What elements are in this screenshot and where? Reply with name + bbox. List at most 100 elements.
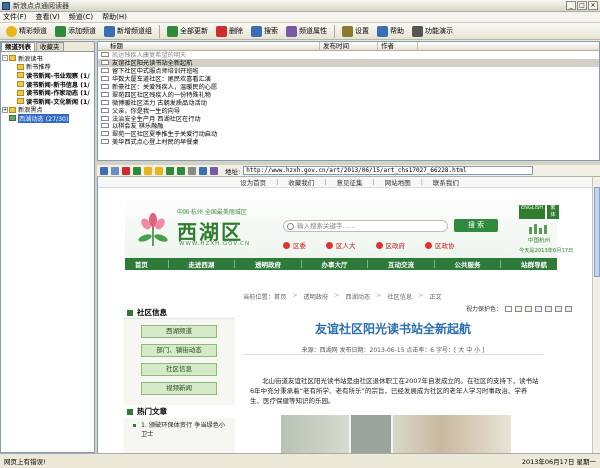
toolbar-button-demo[interactable]: 功能演示 — [409, 24, 456, 38]
col-date[interactable]: 发布时间 — [320, 42, 378, 50]
set-homepage-link[interactable]: 设为首页 — [230, 177, 276, 187]
close-button[interactable]: × — [588, 1, 598, 10]
side-link-community[interactable]: 社区信息 — [141, 363, 217, 376]
sitemap-link[interactable]: 网站地图 — [375, 177, 421, 187]
nav-home[interactable]: 首页 — [135, 259, 148, 269]
toolbar-button-properties[interactable]: 频道属性 — [283, 24, 330, 38]
toolbar-button-search[interactable]: 搜索 — [248, 24, 281, 38]
search-icon — [251, 25, 262, 37]
new-group-icon — [104, 25, 115, 37]
tree-item[interactable]: - 新浪读书 — [2, 54, 93, 63]
nav-open-gov[interactable]: 透明政府 — [255, 259, 281, 269]
side-link-dept-news[interactable]: 部门、镇街动态 — [141, 344, 217, 357]
side-link-xihu-channel[interactable]: 西湖频道 — [141, 325, 217, 338]
toolbar-button-star[interactable]: 精彩频道 — [3, 24, 50, 38]
bookmark-link[interactable]: 收藏我们 — [278, 177, 324, 187]
up-arrow-icon[interactable] — [144, 166, 152, 175]
col-title[interactable]: 标题 — [98, 42, 320, 50]
eye-care-swatch[interactable] — [515, 305, 523, 312]
quicklink-government[interactable]: 区政府 — [375, 240, 405, 250]
tree-item[interactable]: 读书新闻-作家动态 (1/ — [2, 88, 93, 97]
menu-view[interactable]: 查看(V) — [36, 12, 60, 22]
article-body: 北山街道友谊社区阳光读书站是由社区退休职工在2007年自发成立的。在社区的支持下… — [250, 377, 539, 405]
emblem-icon — [326, 241, 333, 249]
english-button[interactable]: ENGLISH — [519, 205, 545, 219]
folder-icon — [17, 81, 24, 88]
tab-favorites[interactable]: 收藏夹 — [36, 42, 64, 51]
side-link-video[interactable]: 视频新闻 — [141, 382, 217, 395]
address-input[interactable]: http://www.hzxh.gov.cn/art/2013/06/15/ar… — [243, 166, 534, 175]
toolbar: 精彩频道 添加频道 新增频道组 全部更新 删除 搜索 频道属性 设置 帮助 功能演示 — [0, 23, 600, 40]
style-icon[interactable] — [188, 166, 196, 175]
folder-icon — [17, 63, 24, 70]
refresh-page-icon[interactable] — [133, 166, 141, 175]
toolbar-button-refresh[interactable]: 全部更新 — [164, 24, 211, 38]
nav-about[interactable]: 走进西湖 — [188, 259, 214, 269]
tree-item-label: 读书新闻-书业观察 (1/ — [26, 72, 90, 80]
tree-item[interactable]: 读书新闻-书业观察 (1/ — [2, 71, 93, 80]
emblem-icon — [283, 241, 290, 249]
quicklink-peoples-congress[interactable]: 区人大 — [326, 240, 356, 250]
crumb-community[interactable]: 社区信息 — [387, 292, 412, 301]
crumb-xihu-news[interactable]: 西湖动态 — [345, 292, 370, 301]
print-icon[interactable] — [111, 166, 119, 175]
maximize-button[interactable]: □ — [577, 1, 587, 10]
stop-icon[interactable] — [122, 166, 130, 175]
toolbar-label: 删除 — [229, 27, 243, 35]
toolbar-button-new-group[interactable]: 新增频道组 — [101, 24, 155, 38]
traditional-button[interactable]: 繁体 — [546, 205, 559, 219]
nav-public-service[interactable]: 公共服务 — [455, 259, 481, 269]
menu-file[interactable]: 文件(F) — [3, 12, 27, 22]
site-search-input[interactable]: 输入搜索关键字…… — [283, 220, 448, 232]
list-item[interactable]: 美华西式点心登上村民的早餐桌 — [98, 138, 599, 146]
status-text: 网页上有错误! — [4, 458, 46, 466]
top-links: 设为首页 | 收藏我们 | 意见征集 | 网站地图 | 联系我们 — [98, 177, 600, 188]
page-scrollbar[interactable] — [592, 177, 600, 453]
tree-item[interactable]: 读书新闻-文化新闻 (1/ — [2, 97, 93, 106]
expand-icon[interactable]: + — [2, 106, 8, 113]
tree-item[interactable]: 读书新闻-新书信息 (1/ — [2, 80, 93, 88]
toolbar-label: 全部更新 — [180, 27, 208, 35]
col-author[interactable]: 作者 — [378, 42, 418, 50]
font-icon[interactable] — [210, 166, 218, 175]
nav-interaction[interactable]: 互动交流 — [388, 259, 414, 269]
nav-site-group[interactable]: 站群导航 — [521, 259, 547, 269]
crumb-home[interactable]: 当前位置：首页 — [243, 292, 286, 301]
tab-channel-list[interactable]: 频道列表 — [1, 42, 35, 51]
forward-icon[interactable] — [177, 166, 185, 175]
crumb-open-gov[interactable]: 透明政府 — [304, 292, 329, 301]
eye-care-swatch[interactable] — [505, 305, 513, 312]
minimize-button[interactable]: _ — [566, 1, 576, 10]
folder-icon — [9, 106, 16, 113]
eye-care-swatch[interactable] — [525, 305, 533, 312]
tree-item[interactable]: 新书推荐 — [2, 63, 93, 71]
feedback-link[interactable]: 意见征集 — [327, 177, 373, 187]
tree-item[interactable]: + 新浪黑点 — [2, 106, 93, 114]
eye-care-swatch[interactable] — [545, 305, 553, 312]
contact-link[interactable]: 联系我们 — [423, 177, 469, 187]
article-meta: 来源：西湖网 发布日期：2013-06-15 点击率：6 字号：[ 大 中 小 … — [301, 347, 485, 354]
save-icon[interactable] — [100, 166, 108, 175]
scrollbar-thumb[interactable] — [594, 187, 600, 277]
eye-care-swatch[interactable] — [555, 305, 563, 312]
collapse-icon[interactable]: - — [2, 55, 8, 62]
hot-articles-heading: 热门文章 — [123, 405, 235, 418]
nav-service-hall[interactable]: 办事大厅 — [321, 259, 347, 269]
menu-channel[interactable]: 频道(C) — [69, 12, 93, 22]
site-search-button[interactable]: 搜 索 — [454, 219, 498, 232]
toolbar-button-delete[interactable]: 删除 — [213, 24, 246, 38]
down-arrow-icon[interactable] — [155, 166, 163, 175]
envelope-icon — [101, 68, 109, 74]
toolbar-button-add-channel[interactable]: 添加频道 — [52, 24, 99, 38]
eye-care-swatch[interactable] — [535, 305, 543, 312]
eye-care-swatch[interactable] — [565, 305, 573, 312]
quicklink-cppcc[interactable]: 区政协 — [425, 240, 455, 250]
hot-article-item[interactable]: 1. 颁破环保体资行 争当绿色小卫士 — [123, 418, 235, 439]
toolbar-button-help[interactable]: 帮助 — [374, 24, 407, 38]
menu-help[interactable]: 帮助(H) — [102, 12, 127, 22]
quicklink-district-committee[interactable]: 区委 — [283, 240, 306, 250]
tree-item[interactable]: 西湖动态 (27/30) — [2, 114, 93, 123]
back-icon[interactable] — [166, 166, 174, 175]
home-icon[interactable] — [199, 166, 207, 175]
toolbar-button-gear[interactable]: 设置 — [339, 24, 372, 38]
